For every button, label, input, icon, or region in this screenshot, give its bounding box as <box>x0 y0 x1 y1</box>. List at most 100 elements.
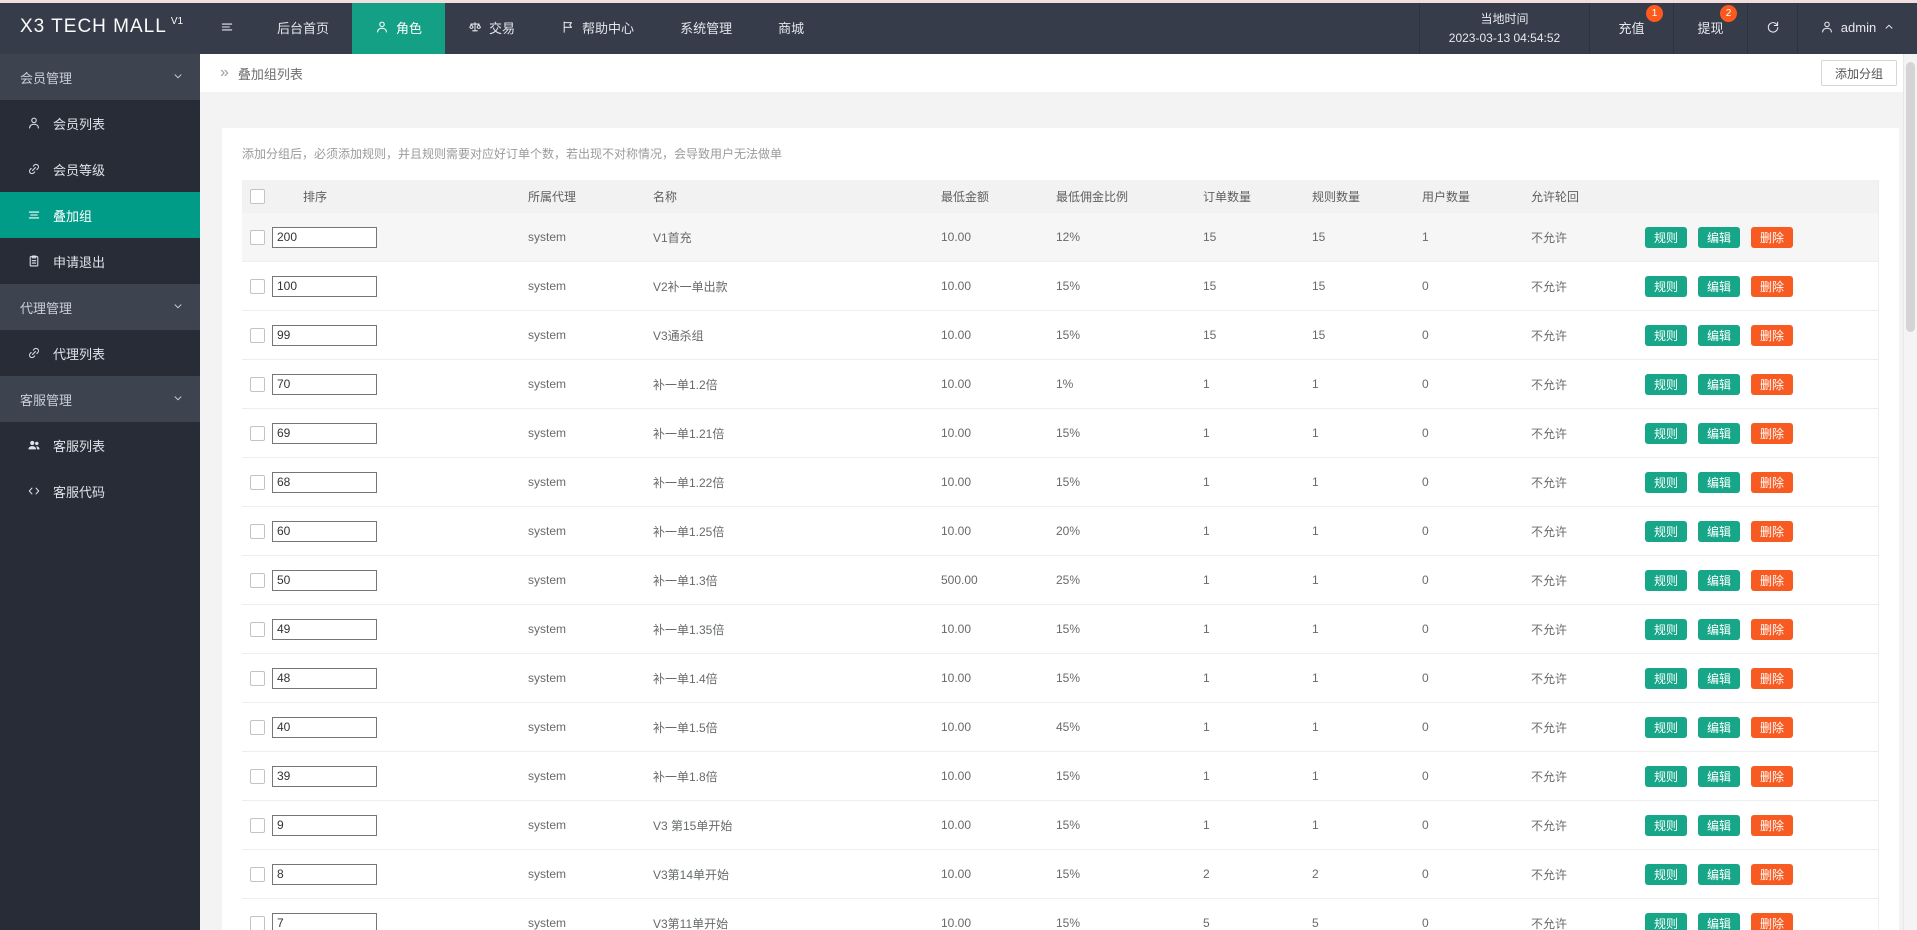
rule-button[interactable]: 规则 <box>1645 520 1688 542</box>
rule-button[interactable]: 规则 <box>1645 912 1688 930</box>
row-checkbox[interactable] <box>250 523 265 539</box>
row-checkbox[interactable] <box>250 425 265 441</box>
row-checkbox[interactable] <box>250 229 265 245</box>
sort-input[interactable] <box>272 275 377 297</box>
delete-button[interactable]: 删除 <box>1751 324 1794 346</box>
sort-input[interactable] <box>272 716 377 738</box>
row-checkbox[interactable] <box>250 670 265 686</box>
rule-button[interactable]: 规则 <box>1645 814 1688 836</box>
sidebar-item-member-level[interactable]: 会员等级 <box>0 146 200 192</box>
row-checkbox[interactable] <box>250 278 265 294</box>
rule-button[interactable]: 规则 <box>1645 422 1688 444</box>
sort-input[interactable] <box>272 520 377 542</box>
edit-button[interactable]: 编辑 <box>1698 912 1741 930</box>
sort-input[interactable] <box>272 814 377 836</box>
sort-input[interactable] <box>272 569 377 591</box>
rule-button[interactable]: 规则 <box>1645 471 1688 493</box>
sort-input[interactable] <box>272 471 377 493</box>
sort-input[interactable] <box>272 373 377 395</box>
sort-input[interactable] <box>272 912 377 930</box>
rule-button[interactable]: 规则 <box>1645 716 1688 738</box>
edit-button[interactable]: 编辑 <box>1698 667 1741 689</box>
rule-button[interactable]: 规则 <box>1645 569 1688 591</box>
sort-input[interactable] <box>272 863 377 885</box>
edit-button[interactable]: 编辑 <box>1698 520 1741 542</box>
edit-button[interactable]: 编辑 <box>1698 618 1741 640</box>
sort-input[interactable] <box>272 667 377 689</box>
row-checkbox[interactable] <box>250 768 265 784</box>
delete-button[interactable]: 删除 <box>1751 765 1794 787</box>
delete-button[interactable]: 删除 <box>1751 422 1794 444</box>
sidebar-toggle-button[interactable] <box>200 0 254 54</box>
select-all-checkbox[interactable] <box>250 189 265 204</box>
nav-item-role[interactable]: 角色 <box>352 0 446 54</box>
delete-button[interactable]: 删除 <box>1751 863 1794 885</box>
sidebar-item-apply-exit[interactable]: 申请退出 <box>0 238 200 284</box>
sidebar-item-service-code[interactable]: 客服代码 <box>0 468 200 514</box>
row-checkbox[interactable] <box>250 915 265 930</box>
delete-button[interactable]: 删除 <box>1751 569 1794 591</box>
row-checkbox[interactable] <box>250 327 265 343</box>
row-checkbox[interactable] <box>250 474 265 490</box>
delete-button[interactable]: 删除 <box>1751 618 1794 640</box>
row-checkbox[interactable] <box>250 376 265 392</box>
rule-button[interactable]: 规则 <box>1645 373 1688 395</box>
nav-item-mall[interactable]: 商城 <box>755 0 827 54</box>
delete-button[interactable]: 删除 <box>1751 275 1794 297</box>
delete-button[interactable]: 删除 <box>1751 912 1794 930</box>
rule-button[interactable]: 规则 <box>1645 667 1688 689</box>
edit-button[interactable]: 编辑 <box>1698 863 1741 885</box>
delete-button[interactable]: 删除 <box>1751 226 1794 248</box>
rule-button[interactable]: 规则 <box>1645 618 1688 640</box>
sidebar-item-member-list[interactable]: 会员列表 <box>0 100 200 146</box>
rule-button[interactable]: 规则 <box>1645 324 1688 346</box>
sort-input[interactable] <box>272 618 377 640</box>
edit-button[interactable]: 编辑 <box>1698 765 1741 787</box>
edit-button[interactable]: 编辑 <box>1698 814 1741 836</box>
sidebar-item-service-list[interactable]: 客服列表 <box>0 422 200 468</box>
nav-item-trade[interactable]: 交易 <box>445 0 538 54</box>
row-checkbox[interactable] <box>250 817 265 833</box>
rule-button[interactable]: 规则 <box>1645 275 1688 297</box>
sort-input[interactable] <box>272 324 377 346</box>
row-checkbox[interactable] <box>250 866 265 882</box>
delete-button[interactable]: 删除 <box>1751 471 1794 493</box>
rule-button[interactable]: 规则 <box>1645 765 1688 787</box>
edit-button[interactable]: 编辑 <box>1698 275 1741 297</box>
sort-input[interactable] <box>272 422 377 444</box>
edit-button[interactable]: 编辑 <box>1698 569 1741 591</box>
scrollbar-thumb[interactable] <box>1906 62 1915 332</box>
recharge-button[interactable]: 充值 1 <box>1589 0 1673 54</box>
refresh-button[interactable] <box>1747 0 1797 54</box>
edit-button[interactable]: 编辑 <box>1698 373 1741 395</box>
withdraw-button[interactable]: 提现 2 <box>1673 0 1747 54</box>
nav-item-system[interactable]: 系统管理 <box>657 0 755 54</box>
sidebar-section-agent-management[interactable]: 代理管理 <box>0 284 200 330</box>
row-checkbox[interactable] <box>250 572 265 588</box>
sidebar-section-service-management[interactable]: 客服管理 <box>0 376 200 422</box>
add-group-button[interactable]: 添加分组 <box>1820 60 1897 86</box>
edit-button[interactable]: 编辑 <box>1698 226 1741 248</box>
delete-button[interactable]: 删除 <box>1751 814 1794 836</box>
sidebar-item-stack-group[interactable]: 叠加组 <box>0 192 200 238</box>
user-menu[interactable]: admin <box>1797 0 1917 54</box>
nav-item-dashboard[interactable]: 后台首页 <box>254 0 352 54</box>
edit-button[interactable]: 编辑 <box>1698 471 1741 493</box>
sidebar-section-member-management[interactable]: 会员管理 <box>0 54 200 100</box>
sort-input[interactable] <box>272 765 377 787</box>
row-checkbox[interactable] <box>250 621 265 637</box>
rule-button[interactable]: 规则 <box>1645 863 1688 885</box>
sort-input[interactable] <box>272 226 377 248</box>
row-checkbox[interactable] <box>250 719 265 735</box>
rule-button[interactable]: 规则 <box>1645 226 1688 248</box>
sidebar-item-agent-list[interactable]: 代理列表 <box>0 330 200 376</box>
delete-button[interactable]: 删除 <box>1751 667 1794 689</box>
page-scrollbar[interactable] <box>1903 54 1917 930</box>
edit-button[interactable]: 编辑 <box>1698 324 1741 346</box>
edit-button[interactable]: 编辑 <box>1698 716 1741 738</box>
edit-button[interactable]: 编辑 <box>1698 422 1741 444</box>
delete-button[interactable]: 删除 <box>1751 373 1794 395</box>
nav-item-help-center[interactable]: 帮助中心 <box>538 0 657 54</box>
delete-button[interactable]: 删除 <box>1751 716 1794 738</box>
delete-button[interactable]: 删除 <box>1751 520 1794 542</box>
